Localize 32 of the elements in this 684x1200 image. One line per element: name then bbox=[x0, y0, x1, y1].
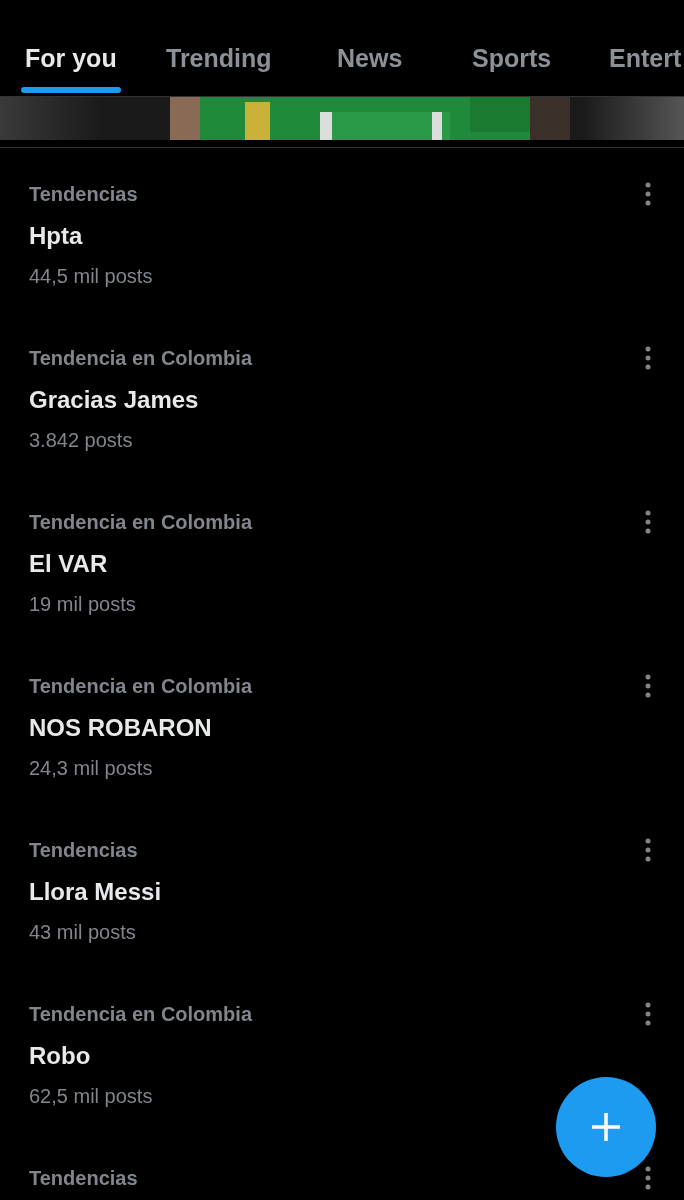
trend-category: Tendencia en Colombia bbox=[29, 674, 252, 698]
more-icon[interactable] bbox=[644, 838, 652, 862]
post-count: 3.842 posts bbox=[29, 428, 133, 453]
tab[interactable]: Trending bbox=[166, 40, 272, 76]
trend-title[interactable]: NOS ROBARON bbox=[29, 712, 212, 744]
post-count: 19 mil posts bbox=[29, 592, 136, 617]
trend-title[interactable]: Llora Messi bbox=[29, 876, 162, 908]
post-count: 43 mil posts bbox=[29, 920, 136, 945]
post-count: 24,3 mil posts bbox=[29, 756, 153, 781]
more-icon[interactable] bbox=[644, 346, 652, 370]
trend-title[interactable]: Gracias James bbox=[29, 384, 199, 416]
tab[interactable]: For you bbox=[25, 40, 117, 76]
trend-title[interactable]: Hpta bbox=[29, 220, 83, 252]
trend-category: Tendencias bbox=[29, 1166, 138, 1190]
trend-title[interactable]: El VAR bbox=[29, 548, 108, 580]
post-count: 62,5 mil posts bbox=[29, 1084, 153, 1109]
more-icon[interactable] bbox=[644, 1166, 652, 1190]
more-icon[interactable] bbox=[644, 674, 652, 698]
trend-category: Tendencia en Colombia bbox=[29, 1002, 252, 1026]
trend-title[interactable]: Robo bbox=[29, 1040, 91, 1072]
trend-category: Tendencia en Colombia bbox=[29, 346, 252, 370]
tab[interactable]: Sports bbox=[472, 40, 552, 76]
tab[interactable]: Entert bbox=[609, 40, 682, 76]
post-count: 44,5 mil posts bbox=[29, 264, 153, 289]
trend-category: Tendencias bbox=[29, 182, 138, 206]
trend-category: Tendencias bbox=[29, 838, 138, 862]
more-icon[interactable] bbox=[644, 510, 652, 534]
plus-icon bbox=[591, 1112, 621, 1142]
trend-category: Tendencia en Colombia bbox=[29, 510, 252, 534]
more-icon[interactable] bbox=[644, 1002, 652, 1026]
more-icon[interactable] bbox=[644, 182, 652, 206]
tab[interactable]: News bbox=[337, 40, 403, 76]
